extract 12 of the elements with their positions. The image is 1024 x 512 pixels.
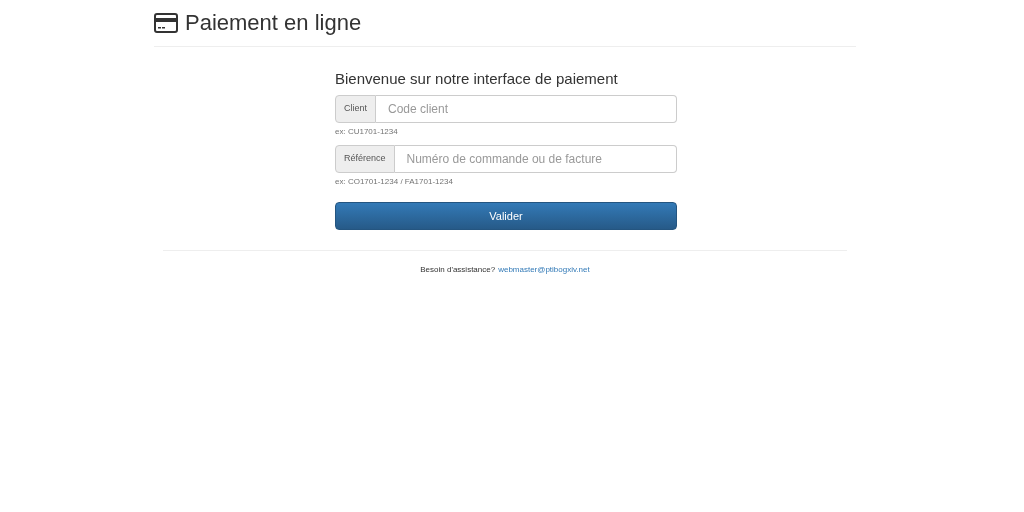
- help-text: ex: CU1701-1234: [335, 127, 399, 137]
- field-addon: Client: [335, 95, 376, 123]
- credit-card-icon: [154, 13, 178, 33]
- footer-text: Besoin d'assistance?: [420, 264, 496, 276]
- input-field[interactable]: Numéro de commande ou de facture: [394, 145, 677, 173]
- help-text: ex: CO1701-1234 / FA1701-1234: [335, 177, 454, 187]
- page-title: Paiement en ligne: [185, 9, 362, 37]
- field-addon: Référence: [335, 145, 395, 173]
- email-link[interactable]: webmaster@ptibogxiv.net: [498, 264, 590, 276]
- submit-button[interactable]: Valider: [335, 202, 677, 230]
- form-heading: Bienvenue sur notre interface de paiement: [335, 70, 619, 88]
- input-field[interactable]: Code client: [376, 95, 677, 123]
